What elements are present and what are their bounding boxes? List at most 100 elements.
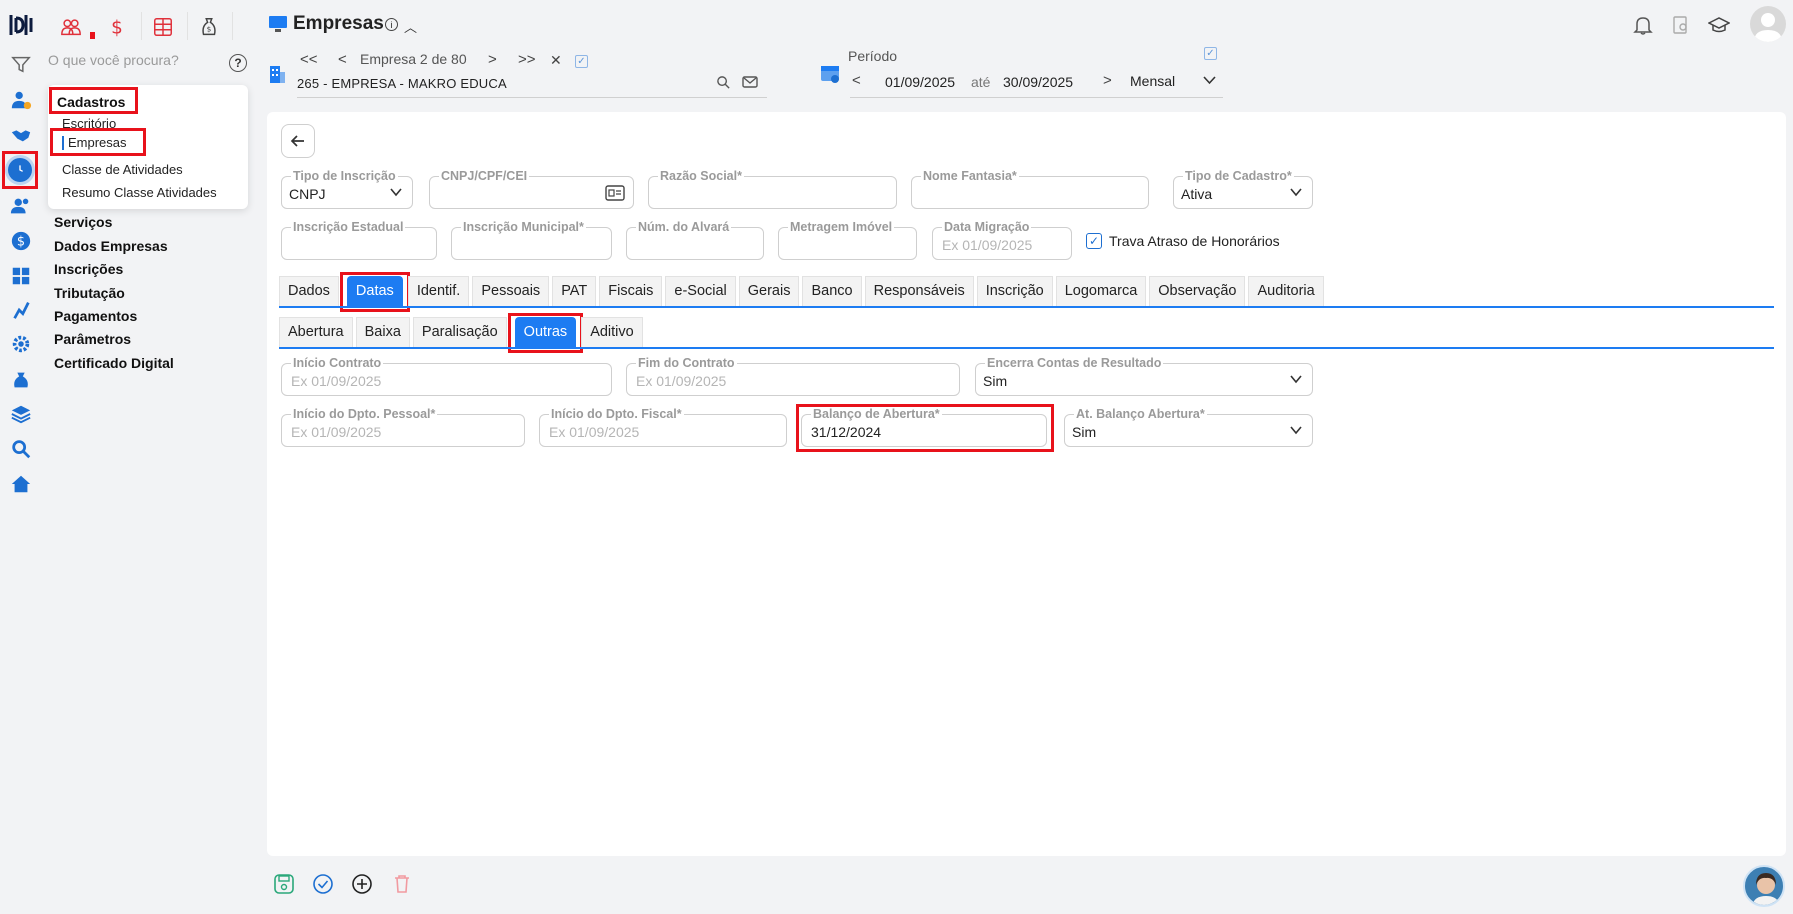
nav-item-dados-empresas[interactable]: Dados Empresas [54,238,168,254]
tab-identif[interactable]: Identif. [407,276,470,306]
tab-banco[interactable]: Banco [802,276,862,306]
field-label: Início do Dpto. Pessoal* [291,407,438,421]
encerra-contas-select[interactable]: Encerra Contas de Resultado Sim [975,356,1313,396]
mail-icon[interactable] [742,75,758,89]
submenu-item-empresas[interactable]: Empresas [50,128,146,156]
dollar-module-icon[interactable]: $ [104,14,130,40]
subtab-baixa[interactable]: Baixa [355,317,410,347]
trava-checkbox[interactable]: ✓ [1086,233,1102,249]
num-alvara-field[interactable]: Núm. do Alvará [626,220,764,260]
search-icon[interactable] [716,75,731,90]
id-card-icon[interactable] [605,184,625,202]
help-icon[interactable]: ? [229,54,247,72]
tab-fiscais[interactable]: Fiscais [599,276,663,306]
inscricao-municipal-field[interactable]: Inscrição Municipal* [451,220,612,260]
chevron-up-icon[interactable]: ︿ [404,17,417,36]
tab-auditoria[interactable]: Auditoria [1248,276,1324,306]
first-company-button[interactable]: << [300,51,318,68]
grid-module-icon[interactable] [150,14,176,40]
assistant-avatar[interactable] [1743,865,1785,907]
tab-observacao[interactable]: Observação [1149,276,1246,306]
delete-icon[interactable] [391,873,413,895]
nav-item-parametros[interactable]: Parâmetros [54,331,131,347]
settings-icon[interactable] [9,332,33,356]
handshake-icon[interactable] [9,123,33,147]
graduation-cap-icon[interactable] [1708,14,1730,36]
company-counter: Empresa 2 de 80 [360,51,467,67]
fim-contrato-field[interactable]: Fim do Contrato Ex 01/09/2025 [626,356,960,396]
dollar-icon[interactable]: $ [9,229,33,253]
next-company-button[interactable]: > [488,51,497,68]
user-avatar[interactable] [1750,6,1786,42]
money-bag-icon[interactable] [9,368,33,392]
period-frequency[interactable]: Mensal [1130,73,1175,89]
tab-datas[interactable]: Datas [339,272,410,312]
submenu-title[interactable]: Cadastros [49,87,138,114]
chart-arrow-icon[interactable] [9,298,33,322]
subtab-paralisacao[interactable]: Paralisação [412,317,507,347]
tab-logomarca[interactable]: Logomarca [1055,276,1147,306]
nav-item-inscricoes[interactable]: Inscrições [54,261,123,277]
submenu-item-classe-atividades[interactable]: Classe de Atividades [62,162,183,177]
last-company-button[interactable]: >> [518,51,536,68]
inicio-dpto-pessoal-field[interactable]: Início do Dpto. Pessoal* Ex 01/09/2025 [281,407,525,447]
chevron-down-icon[interactable] [1203,75,1216,85]
back-button[interactable] [281,124,315,158]
at-balanco-select[interactable]: At. Balanço Abertura* Sim [1064,407,1313,447]
period-from[interactable]: 01/09/2025 [885,74,955,90]
submenu-item-resumo-classe[interactable]: Resumo Classe Atividades [62,185,217,200]
tipo-inscricao-select[interactable]: Tipo de Inscrição CNPJ [281,169,413,209]
app-logo[interactable] [8,12,34,38]
inscricao-estadual-field[interactable]: Inscrição Estadual [281,220,437,260]
prev-company-button[interactable]: < [338,51,347,68]
search-input[interactable]: O que você procura? [48,52,248,74]
subtab-aditivo[interactable]: Aditivo [581,317,643,347]
save-icon[interactable] [273,873,295,895]
people-module-icon[interactable] [58,14,84,40]
info-icon[interactable]: i [385,18,398,31]
prev-period-button[interactable]: < [852,72,861,89]
company-checkbox[interactable]: ✓ [575,55,588,68]
layers-icon[interactable] [9,402,33,426]
trava-checkbox-row[interactable]: ✓ Trava Atraso de Honorários [1086,233,1280,249]
tab-gerais[interactable]: Gerais [738,276,800,306]
tab-responsaveis[interactable]: Responsáveis [864,276,974,306]
period-separator: até [971,74,991,90]
tab-inscricao[interactable]: Inscrição [976,276,1053,306]
next-period-button[interactable]: > [1103,72,1112,89]
razao-social-field[interactable]: Razão Social* [648,169,897,209]
subtab-outras[interactable]: Outras [507,313,583,353]
cnpj-field[interactable]: CNPJ/CPF/CEI [429,169,634,209]
close-icon[interactable]: ✕ [550,52,562,69]
nav-item-servicos[interactable]: Serviços [54,214,112,230]
nav-item-tributacao[interactable]: Tributação [54,285,125,301]
tipo-cadastro-select[interactable]: Tipo de Cadastro* Ativa [1173,169,1313,209]
inicio-dpto-fiscal-field[interactable]: Início do Dpto. Fiscal* Ex 01/09/2025 [539,407,787,447]
clock-icon[interactable] [2,151,38,189]
money-module-icon[interactable]: $ [196,14,222,40]
confirm-icon[interactable] [312,873,334,895]
nav-item-certificado[interactable]: Certificado Digital [54,355,174,371]
tab-dados[interactable]: Dados [279,276,339,306]
filter-icon[interactable] [9,52,33,76]
nav-item-pagamentos[interactable]: Pagamentos [54,308,137,324]
period-to[interactable]: 30/09/2025 [1003,74,1073,90]
calculator-icon[interactable] [9,264,33,288]
inicio-contrato-field[interactable]: Início Contrato Ex 01/09/2025 [281,356,612,396]
metragem-field[interactable]: Metragem Imóvel [778,220,917,260]
nome-fantasia-field[interactable]: Nome Fantasia* [911,169,1149,209]
user-add-icon[interactable] [9,88,33,112]
document-search-icon[interactable] [1670,14,1692,36]
subtab-abertura[interactable]: Abertura [279,317,353,347]
tab-pessoais[interactable]: Pessoais [472,276,550,306]
search-icon[interactable] [9,437,33,461]
home-icon[interactable] [9,472,33,496]
users-icon[interactable] [9,194,33,218]
periodo-checkbox[interactable]: ✓ [1204,47,1217,60]
data-migracao-field[interactable]: Data Migração Ex 01/09/2025 [932,220,1072,260]
bell-icon[interactable] [1632,14,1654,36]
company-name[interactable]: 265 - EMPRESA - MAKRO EDUCA [297,76,507,91]
tab-pat[interactable]: PAT [552,276,597,306]
add-icon[interactable] [351,873,373,895]
tab-esocial[interactable]: e-Social [665,276,736,306]
